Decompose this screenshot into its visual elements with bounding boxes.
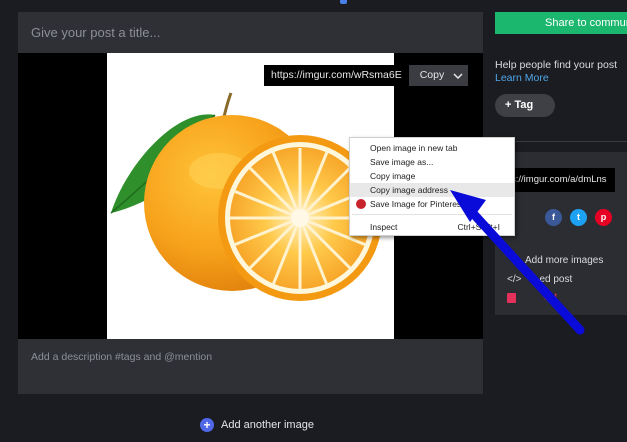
annotation-arrow-icon	[450, 190, 585, 335]
